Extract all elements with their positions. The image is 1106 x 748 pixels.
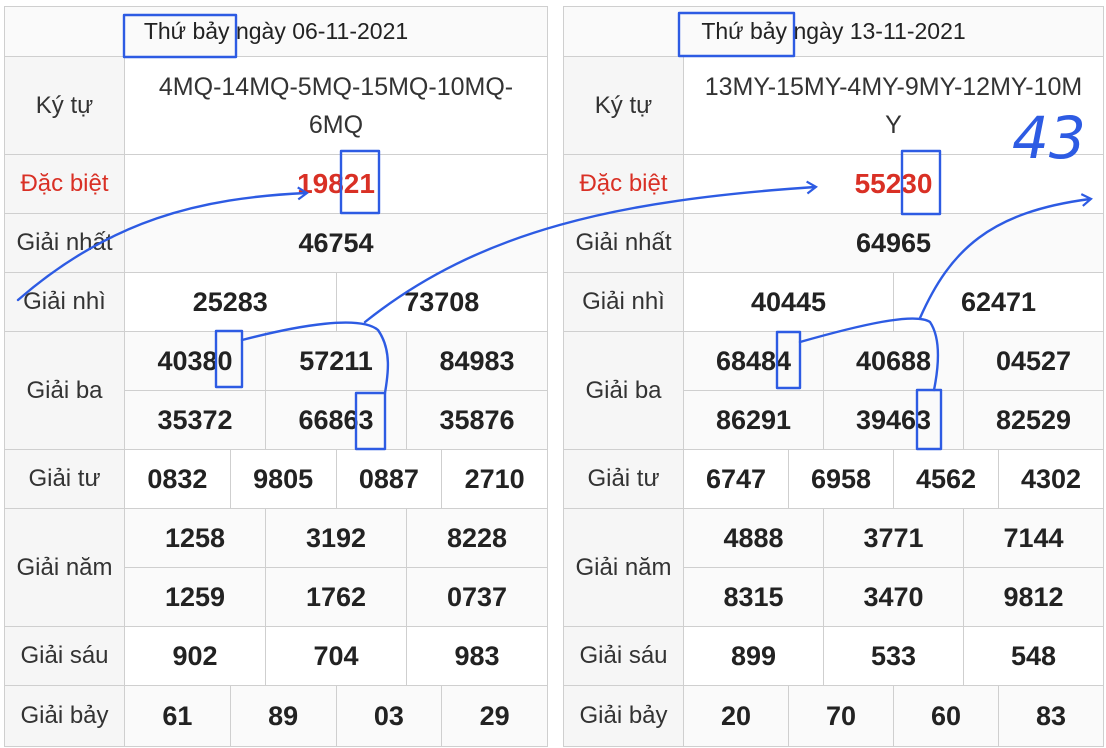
giai-nam-value: 8228 [406, 508, 548, 568]
panel-gap [548, 0, 563, 748]
giai-ba-value: 86291 [683, 390, 824, 450]
label-giai-nam: Giải năm [563, 508, 684, 627]
giai-sau-value: 548 [963, 626, 1104, 686]
result-table-right: Thứ bảy ngày 13-11-2021 Ký tự 13MY-15MY-… [563, 6, 1104, 747]
giai-nhi-value: 62471 [893, 272, 1104, 332]
ky-tu-text: 4MQ-14MQ-5MQ-15MQ-10MQ-6MQ [158, 72, 514, 139]
draw-date: Thứ bảy ngày 13-11-2021 [563, 6, 1104, 57]
giai-tu-value: 4302 [998, 449, 1104, 509]
giai-ba-value: 35876 [406, 390, 548, 450]
giai-sau-value: 983 [406, 626, 548, 686]
giai-ba-value: 40688 [823, 331, 964, 391]
giai-tu-value: 6958 [788, 449, 894, 509]
giai-ba-value: 84983 [406, 331, 548, 391]
label-giai-ba: Giải ba [563, 331, 684, 450]
label-giai-sau: Giải sáu [563, 626, 684, 686]
giai-ba-value: 35372 [124, 390, 266, 450]
dac-biet-value: 55230 [683, 154, 1104, 214]
giai-bay-value: 03 [335, 685, 443, 747]
ky-tu-value: 4MQ-14MQ-5MQ-15MQ-10MQ-6MQ [124, 56, 548, 155]
giai-nam-value: 1259 [124, 567, 266, 627]
draw-date: Thứ bảy ngày 06-11-2021 [4, 6, 548, 57]
giai-nam-value: 8315 [683, 567, 824, 627]
giai-tu-value: 6747 [683, 449, 789, 509]
giai-nam-value: 4888 [683, 508, 824, 568]
giai-tu-value: 4562 [893, 449, 999, 509]
label-giai-nhat: Giải nhất [4, 213, 125, 273]
giai-nhat-value: 64965 [683, 213, 1104, 273]
giai-nhi-value: 40445 [683, 272, 894, 332]
giai-nhi-value: 73708 [335, 272, 548, 332]
label-giai-nam: Giải năm [4, 508, 125, 627]
label-giai-tu: Giải tư [4, 449, 125, 509]
label-giai-nhat: Giải nhất [563, 213, 684, 273]
giai-bay-value: 29 [441, 685, 548, 747]
giai-bay-value: 70 [788, 685, 894, 747]
giai-ba-value: 04527 [963, 331, 1104, 391]
label-ky-tu: Ký tự [4, 56, 125, 155]
giai-tu-value: 0887 [335, 449, 443, 509]
label-ky-tu: Ký tự [563, 56, 684, 155]
label-dac-biet: Đặc biệt [563, 154, 684, 214]
giai-ba-value: 68484 [683, 331, 824, 391]
giai-nam-value: 1762 [265, 567, 407, 627]
giai-ba-value: 39463 [823, 390, 964, 450]
dac-biet-value: 19821 [124, 154, 548, 214]
giai-bay-value: 20 [683, 685, 789, 747]
giai-sau-value: 704 [265, 626, 407, 686]
giai-nam-value: 3771 [823, 508, 964, 568]
giai-sau-value: 533 [823, 626, 964, 686]
giai-nam-value: 0737 [406, 567, 548, 627]
label-dac-biet: Đặc biệt [4, 154, 125, 214]
giai-tu-value: 2710 [441, 449, 548, 509]
giai-nhat-value: 46754 [124, 213, 548, 273]
giai-ba-value: 57211 [265, 331, 407, 391]
giai-bay-value: 60 [893, 685, 999, 747]
label-giai-bay: Giải bảy [563, 685, 684, 747]
giai-tu-value: 0832 [124, 449, 231, 509]
giai-nam-value: 7144 [963, 508, 1104, 568]
label-giai-tu: Giải tư [563, 449, 684, 509]
giai-bay-value: 89 [229, 685, 337, 747]
giai-nhi-value: 25283 [124, 272, 337, 332]
giai-nam-value: 9812 [963, 567, 1104, 627]
giai-sau-value: 899 [683, 626, 824, 686]
giai-sau-value: 902 [124, 626, 266, 686]
label-giai-ba: Giải ba [4, 331, 125, 450]
result-table-left: Thứ bảy ngày 06-11-2021 Ký tự 4MQ-14MQ-5… [4, 6, 548, 747]
giai-bay-value: 83 [998, 685, 1104, 747]
giai-bay-value: 61 [124, 685, 231, 747]
ky-tu-value: 13MY-15MY-4MY-9MY-12MY-10MY [683, 56, 1104, 155]
label-giai-nhi: Giải nhì [563, 272, 684, 332]
giai-ba-value: 40380 [124, 331, 266, 391]
giai-nam-value: 1258 [124, 508, 266, 568]
giai-ba-value: 82529 [963, 390, 1104, 450]
label-giai-nhi: Giải nhì [4, 272, 125, 332]
giai-tu-value: 9805 [229, 449, 337, 509]
label-giai-sau: Giải sáu [4, 626, 125, 686]
giai-ba-value: 66863 [265, 390, 407, 450]
ky-tu-text: 13MY-15MY-4MY-9MY-12MY-10MY [704, 72, 1083, 139]
giai-nam-value: 3192 [265, 508, 407, 568]
label-giai-bay: Giải bảy [4, 685, 125, 747]
giai-nam-value: 3470 [823, 567, 964, 627]
